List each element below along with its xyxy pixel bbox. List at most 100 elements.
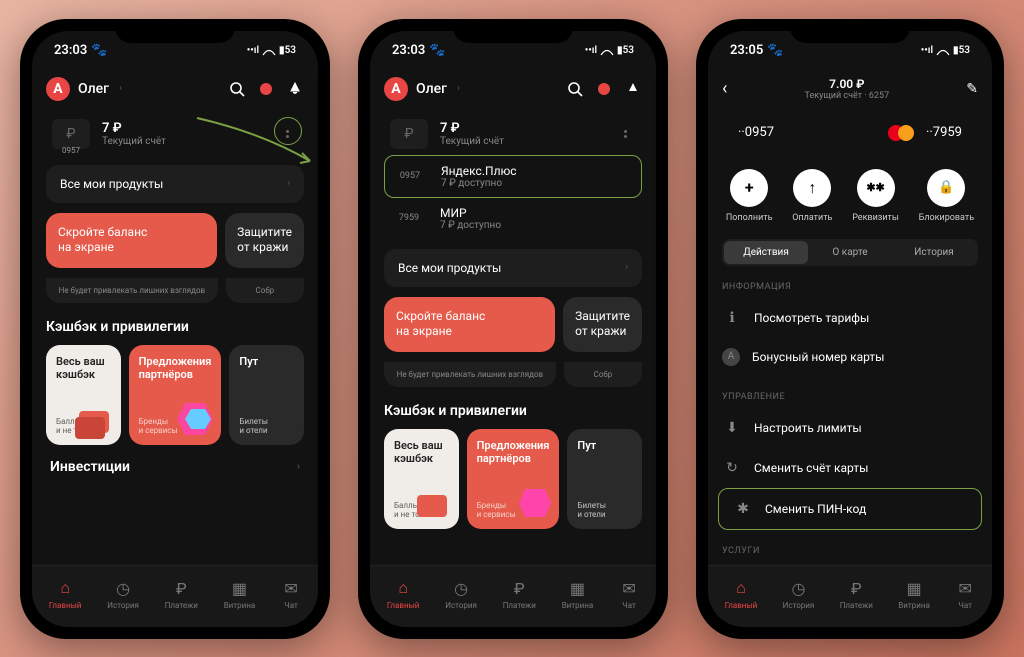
tab-payments[interactable]: ₽Платежи [840, 578, 873, 610]
all-products-label: Все мои продукты [60, 177, 163, 191]
seg-history[interactable]: История [892, 241, 976, 264]
cashback-card-3[interactable]: Пут Билеты и отели [567, 429, 642, 529]
all-products-button[interactable]: Все мои продукты › [46, 165, 304, 203]
gauge-icon: ⬇ [722, 418, 742, 438]
swap-icon: ↻ [722, 458, 742, 478]
card-amount: 7.00 ₽ [727, 77, 966, 91]
banner-protect[interactable]: Защититеот кражи [563, 297, 642, 352]
seg-actions[interactable]: Действия [724, 241, 808, 264]
card-yandex-plus[interactable]: 0957 Яндекс.Плюс7 ₽ доступно [384, 155, 642, 198]
arrow-up-icon: ↑ [793, 169, 831, 207]
chevron-right-icon: › [287, 178, 290, 189]
collapse-button[interactable] [614, 123, 636, 145]
cashback-card-1[interactable]: Весь ваш кэшбэк Баллы, мили и не только [46, 345, 121, 445]
banner-foot-2: Собр [226, 278, 304, 303]
tab-history[interactable]: ◷История [107, 578, 139, 610]
tab-showcase[interactable]: ▦Витрина [224, 578, 256, 610]
row-bonus-number[interactable]: АБонусный номер карты [708, 338, 992, 376]
cashback-title: Кэшбэк и привилегии [46, 319, 304, 335]
screen-3: 23:05🐾 ••ıl▮53 ‹ 7.00 ₽ Текущий счёт · 6… [708, 31, 992, 627]
tab-bar: ⌂Главный ◷История ₽Платежи ▦Витрина ✉Чат [32, 565, 318, 627]
mastercard-icon [888, 125, 914, 141]
username[interactable]: Олег [78, 81, 109, 97]
banner-protect[interactable]: Защититеот кражи [225, 213, 304, 268]
logo-icon[interactable]: А [384, 77, 408, 101]
chat-icon: ✉ [281, 578, 301, 598]
card-numbers-row[interactable]: ··0957 ··7959 [708, 107, 992, 159]
cashback-card-3[interactable]: Пут Билеты и отели [229, 345, 304, 445]
row-change-account[interactable]: ↻Сменить счёт карты [708, 448, 992, 488]
banner-hide-balance[interactable]: Скройте балансна экране [384, 297, 555, 352]
clock-icon: ◷ [113, 578, 133, 598]
ruble-icon: ₽ [171, 578, 191, 598]
row-limits[interactable]: ⬇Настроить лимиты [708, 408, 992, 448]
phone-frame-3: 23:05🐾 ••ıl▮53 ‹ 7.00 ₽ Текущий счёт · 6… [696, 19, 1004, 639]
banner-hide-balance[interactable]: Скройте балансна экране [46, 213, 217, 268]
highlight-circle [274, 117, 302, 145]
chevron-right-icon: › [119, 83, 122, 94]
record-icon[interactable] [260, 83, 272, 95]
tab-chat[interactable]: ✉Чат [281, 578, 301, 610]
tab-home[interactable]: ⌂Главный [387, 578, 420, 610]
seg-about[interactable]: О карте [808, 241, 892, 264]
balance-row[interactable]: ₽ 7 ₽ Текущий счёт [384, 111, 642, 155]
action-block[interactable]: 🔒Блокировать [919, 169, 974, 223]
tab-history[interactable]: ◷История [783, 578, 815, 610]
paw-icon: 🐾 [91, 43, 107, 58]
ruble-icon: ₽ [390, 119, 428, 149]
cashback-card-2[interactable]: Предложения партнёров Бренды и сервисы [129, 345, 222, 445]
action-details[interactable]: ✱✱Реквизиты [852, 169, 899, 223]
username[interactable]: Олег [416, 81, 447, 97]
tab-bar: ⌂Главный ◷История ₽Платежи ▦Витрина ✉Чат [708, 565, 992, 627]
status-icons: ••ıl▮53 [247, 45, 296, 56]
info-icon: ℹ [722, 308, 742, 328]
lock-icon: 🔒 [927, 169, 965, 207]
tab-payments[interactable]: ₽Платежи [503, 578, 536, 610]
notch [115, 19, 235, 43]
cashback-card-2[interactable]: Предложения партнёров Бренды и сервисы [467, 429, 560, 529]
plus-icon: + [730, 169, 768, 207]
screen-1: 23:03 🐾 ••ıl▮53 А Олег › ₽0957 [32, 31, 318, 627]
balance-subtitle: Текущий счёт [102, 136, 166, 147]
logo-icon[interactable]: А [46, 77, 70, 101]
status-time: 23:03 [54, 43, 87, 58]
investments-row[interactable]: Инвестиции› [46, 445, 304, 489]
bell-icon[interactable] [286, 80, 304, 98]
bell-icon[interactable] [624, 80, 642, 98]
action-topup[interactable]: +Пополнить [726, 169, 773, 223]
tab-home[interactable]: ⌂Главный [725, 578, 758, 610]
asterisk-icon: ✱ [733, 499, 753, 519]
cashback-card-1[interactable]: Весь ваш кэшбэк Баллы, мили и не только [384, 429, 459, 529]
action-pay[interactable]: ↑Оплатить [792, 169, 832, 223]
tab-home[interactable]: ⌂Главный [49, 578, 82, 610]
record-icon[interactable] [598, 83, 610, 95]
tab-bar: ⌂Главный ◷История ₽Платежи ▦Витрина ✉Чат [370, 565, 656, 627]
app-header: А Олег › [32, 71, 318, 111]
row-tariffs[interactable]: ℹПосмотреть тарифы [708, 298, 992, 338]
tab-showcase[interactable]: ▦Витрина [898, 578, 930, 610]
all-products-button[interactable]: Все мои продукты› [384, 249, 642, 287]
tab-chat[interactable]: ✉Чат [955, 578, 975, 610]
balance-row[interactable]: ₽0957 7 ₽ Текущий счёт [46, 111, 304, 155]
card-account-sub: Текущий счёт · 6257 [727, 91, 966, 101]
card-mir[interactable]: 7959 МИР7 ₽ доступно [384, 198, 642, 239]
notch [453, 19, 573, 43]
group-services-title: УСЛУГИ [708, 530, 992, 562]
group-info-title: ИНФОРМАЦИЯ [708, 266, 992, 298]
tab-history[interactable]: ◷История [445, 578, 477, 610]
banner-foot-1: Не будет привлекать лишних взглядов [46, 278, 218, 303]
tab-showcase[interactable]: ▦Витрина [562, 578, 594, 610]
grid-icon: ▦ [229, 578, 249, 598]
edit-button[interactable]: ✎ [966, 81, 978, 97]
search-icon[interactable] [228, 80, 246, 98]
asterisk-icon: ✱✱ [857, 169, 895, 207]
ruble-icon: ₽0957 [52, 119, 90, 149]
tab-chat[interactable]: ✉Чат [619, 578, 639, 610]
app-header: А Олег › [370, 71, 656, 111]
row-change-pin[interactable]: ✱Сменить ПИН-код [718, 488, 982, 530]
search-icon[interactable] [566, 80, 584, 98]
balance-amount: 7 ₽ [102, 121, 166, 136]
tab-payments[interactable]: ₽Платежи [165, 578, 198, 610]
phone-frame-1: 23:03 🐾 ••ıl▮53 А Олег › ₽0957 [20, 19, 330, 639]
screen-2: 23:03🐾 ••ıl▮53 А Олег › ₽ 7 ₽ Текущий сч… [370, 31, 656, 627]
